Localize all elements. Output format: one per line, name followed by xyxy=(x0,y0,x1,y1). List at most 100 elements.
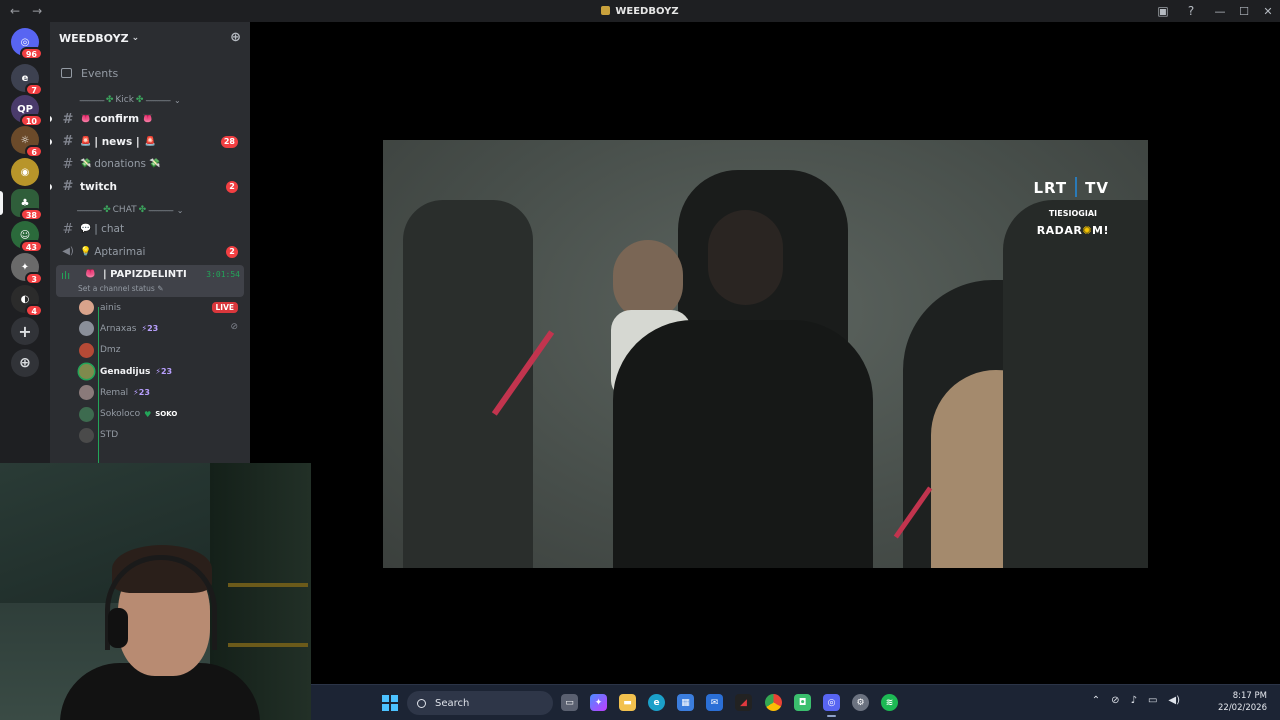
voice-channel-active[interactable]: ılı 👅 | PAPIZDELINTI Set a channel statu… xyxy=(56,265,244,297)
voice-user-name: Sokoloco xyxy=(100,409,141,420)
nav-buttons: ← → xyxy=(0,4,42,18)
server-icon[interactable]: e7 xyxy=(11,64,43,96)
server-icon[interactable]: ☼ 6 xyxy=(11,126,43,158)
close-button[interactable]: ✕ xyxy=(1256,0,1280,22)
logo-divider xyxy=(1075,177,1078,197)
copilot-icon[interactable]: ✦ xyxy=(590,694,607,711)
stream-video[interactable]: LRT TV TIESIOGIAI RADAR✺M! xyxy=(383,140,1148,568)
server-rail: ◎ 96 e7 QP 10 ☼ 6 ◉ ♣ 38 ☺ 43 ✦ 3 ◐ 4 + ⊕ xyxy=(0,22,50,463)
mail-icon[interactable]: ✉ xyxy=(706,694,723,711)
channel-confirm[interactable]: # 👅 confirm 👅 xyxy=(50,108,250,131)
voice-user[interactable]: Dmz xyxy=(50,340,250,361)
inbox-icon[interactable]: ▣ xyxy=(1152,0,1174,22)
media-app-icon[interactable]: ◢ xyxy=(735,694,752,711)
clock-time: 8:17 PM xyxy=(1232,691,1267,701)
clock-date: 22/02/2026 xyxy=(1218,703,1267,713)
discover-icon[interactable]: ⊕ xyxy=(11,349,39,377)
window-title: WEEDBOYZ xyxy=(0,5,1280,17)
taskbar-search[interactable]: Search xyxy=(407,691,553,715)
avatar xyxy=(79,364,94,380)
display-icon[interactable]: ▭ xyxy=(1148,695,1157,706)
channel-chat[interactable]: # 💬 | chat xyxy=(50,218,250,241)
voice-timer: 3:01:54 xyxy=(206,270,240,279)
boost-count: 23 xyxy=(160,367,173,377)
maximize-button[interactable]: ☐ xyxy=(1232,0,1256,22)
server-icon[interactable]: ✦ 3 xyxy=(11,253,43,285)
add-server-icon[interactable]: + xyxy=(11,317,39,345)
category-label: CHAT xyxy=(112,205,137,215)
webcam-shelf-rail xyxy=(228,643,308,647)
category-kick[interactable]: ------------- ✤ Kick ✤ ------------- ⌄ xyxy=(50,92,250,108)
invite-people-icon[interactable]: ⊕ xyxy=(230,30,241,45)
show-title-part: M! xyxy=(1092,224,1109,237)
pencil-icon: ✎ xyxy=(157,284,164,293)
channel-status[interactable]: Set a channel status ✎ xyxy=(78,284,163,293)
task-view-icon[interactable]: ▭ xyxy=(561,694,578,711)
clock[interactable]: 8:17 PM 22/02/2026 xyxy=(1218,690,1267,714)
window-title-text: WEEDBOYZ xyxy=(615,5,679,17)
channel-aptarimai[interactable]: ◀) 💡 Aptarimai 2 xyxy=(50,241,250,264)
show-title: RADAR✺M! xyxy=(1037,224,1109,237)
server-icon[interactable]: ◐ 4 xyxy=(11,285,43,317)
windows-start-icon[interactable] xyxy=(382,695,398,711)
microphone-icon[interactable]: ♪ xyxy=(1131,695,1137,706)
avatar xyxy=(79,385,94,401)
boost-badge: ⚡23 xyxy=(133,388,150,398)
guild-name: WEEDBOYZ xyxy=(59,31,129,45)
edge-icon[interactable]: e xyxy=(648,694,665,711)
channel-emoji: 👅 xyxy=(84,268,97,279)
voice-user[interactable]: ainis LIVE xyxy=(50,297,250,318)
voice-user-name: Arnaxas xyxy=(100,323,137,334)
logo-right-text: TV xyxy=(1085,179,1109,197)
channel-emoji: 💸 xyxy=(80,159,92,170)
category-chat[interactable]: ------------- ✤ CHAT ✤ ------------- ⌄ xyxy=(50,202,250,218)
clan-tag: SOKO xyxy=(155,410,178,419)
home-discord-icon[interactable]: ◎ 96 xyxy=(11,28,43,60)
chrome-icon[interactable] xyxy=(765,694,782,711)
server-icon-active[interactable]: ♣ 38 xyxy=(0,189,43,221)
discord-icon[interactable]: ◎ xyxy=(823,694,840,717)
voice-user[interactable]: Arnaxas ⚡23 ⊘ xyxy=(50,318,250,339)
help-icon[interactable]: ? xyxy=(1180,0,1202,22)
show-title-part: RADAR xyxy=(1036,224,1083,237)
minimize-button[interactable]: — xyxy=(1208,0,1232,22)
mention-count-badge: 28 xyxy=(220,135,238,148)
avatar xyxy=(79,321,94,337)
folder-icon[interactable]: ▬ xyxy=(619,694,636,711)
unread-indicator xyxy=(50,116,52,122)
voice-user[interactable]: Remal ⚡23 xyxy=(50,382,250,403)
voice-user[interactable]: Genadijus ⚡23 xyxy=(50,361,250,382)
chevron-down-icon: ⌄ xyxy=(174,95,181,105)
boost-count: 23 xyxy=(147,324,159,334)
system-tray: ⌃ ⊘ ♪ ▭ ◀) xyxy=(1092,695,1180,706)
network-off-icon[interactable]: ⊘ xyxy=(1111,695,1119,706)
boost-badge: ⚡23 xyxy=(141,324,159,334)
settings-gear-icon[interactable]: ⚙ xyxy=(852,694,869,711)
volume-icon[interactable]: ◀) xyxy=(1168,695,1180,706)
server-icon[interactable]: ◉ xyxy=(11,158,39,186)
server-icon[interactable]: ☺ 43 xyxy=(11,221,43,253)
chevron-up-icon[interactable]: ⌃ xyxy=(1092,695,1100,706)
channel-news[interactable]: # 🚨 | news | 🚨 28 xyxy=(50,131,250,154)
avatar xyxy=(79,427,94,443)
channel-donations[interactable]: # 💸 donations 💸 xyxy=(50,153,250,176)
guild-header[interactable]: WEEDBOYZ ⌄ ⊕ xyxy=(50,22,250,54)
voice-user[interactable]: STD xyxy=(50,425,250,446)
channel-name: | news | xyxy=(94,135,140,148)
store-icon[interactable]: ▦ xyxy=(677,694,694,711)
channel-name: Aptarimai xyxy=(94,245,146,258)
spotify-icon[interactable]: ≋ xyxy=(881,694,898,711)
events-item[interactable]: Events xyxy=(50,54,250,92)
video-figure-head xyxy=(708,210,783,305)
channel-twitch[interactable]: # twitch 2 xyxy=(50,176,250,199)
speaker-icon: ◀) xyxy=(62,246,74,258)
forward-arrow-icon[interactable]: → xyxy=(32,4,42,18)
channel-name: donations xyxy=(94,158,146,171)
green-app-icon[interactable]: ◘ xyxy=(794,694,811,711)
avatar xyxy=(79,342,94,358)
server-icon[interactable]: QP 10 xyxy=(11,95,43,127)
back-arrow-icon[interactable]: ← xyxy=(10,4,20,18)
mention-badge: 38 xyxy=(19,208,43,221)
channel-name: confirm xyxy=(94,113,140,126)
voice-user[interactable]: Sokoloco ♥ SOKO xyxy=(50,403,250,424)
